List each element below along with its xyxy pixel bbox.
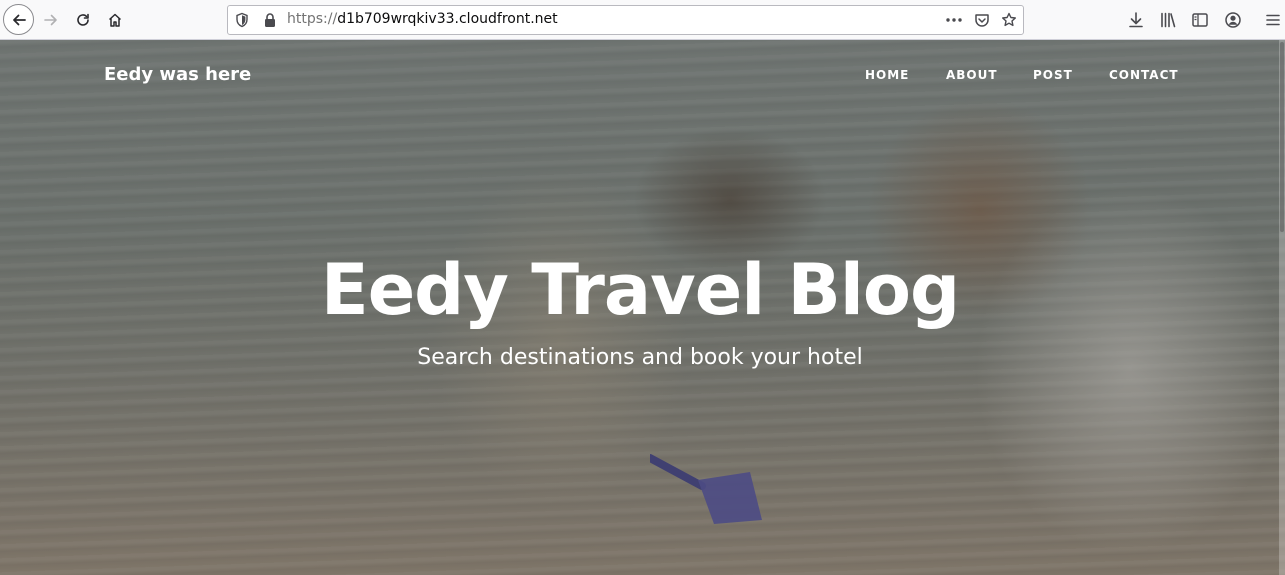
nav-contact-link[interactable]: CONTACT — [1109, 68, 1179, 82]
forward-arrow-icon — [44, 14, 57, 26]
library-icon[interactable] — [1159, 11, 1177, 33]
browser-toolbar: https://d1b709wrqkiv33.cloudfront.net — [0, 0, 1285, 40]
home-button[interactable] — [100, 5, 130, 35]
back-button[interactable] — [3, 4, 34, 35]
home-icon — [108, 13, 122, 27]
url-text[interactable]: https://d1b709wrqkiv33.cloudfront.net — [287, 11, 558, 27]
page-scrollbar[interactable] — [1279, 40, 1285, 575]
hero-title: Eedy Travel Blog — [320, 249, 960, 331]
more-dots-icon[interactable] — [945, 12, 963, 32]
pocket-icon[interactable] — [974, 12, 990, 32]
hamburger-menu-icon[interactable] — [1265, 11, 1281, 33]
nav-about-link[interactable]: ABOUT — [946, 68, 998, 82]
account-icon[interactable] — [1224, 11, 1242, 33]
star-icon[interactable] — [1001, 12, 1017, 32]
shield-icon[interactable] — [234, 12, 250, 32]
hero-subtitle: Search destinations and book your hotel — [417, 345, 863, 370]
lock-icon[interactable] — [263, 12, 277, 32]
reload-icon — [77, 13, 89, 26]
forward-button[interactable] — [36, 5, 66, 35]
url-bar[interactable]: https://d1b709wrqkiv33.cloudfront.net — [227, 5, 1024, 35]
sidebar-icon[interactable] — [1191, 11, 1209, 33]
site-brand[interactable]: Eedy was here — [104, 64, 251, 85]
nav-home-link[interactable]: HOME — [865, 68, 909, 82]
nav-post-link[interactable]: POST — [1033, 68, 1073, 82]
reload-button[interactable] — [68, 5, 98, 35]
back-arrow-icon — [12, 14, 26, 25]
scrollbar-thumb[interactable] — [1280, 42, 1284, 232]
download-icon[interactable] — [1127, 11, 1145, 33]
url-host: d1b709wrqkiv33.cloudfront.net — [337, 11, 558, 27]
page-viewport: Eedy was here HOME ABOUT POST CONTACT Ee… — [0, 40, 1285, 575]
url-scheme: https:// — [287, 11, 338, 27]
